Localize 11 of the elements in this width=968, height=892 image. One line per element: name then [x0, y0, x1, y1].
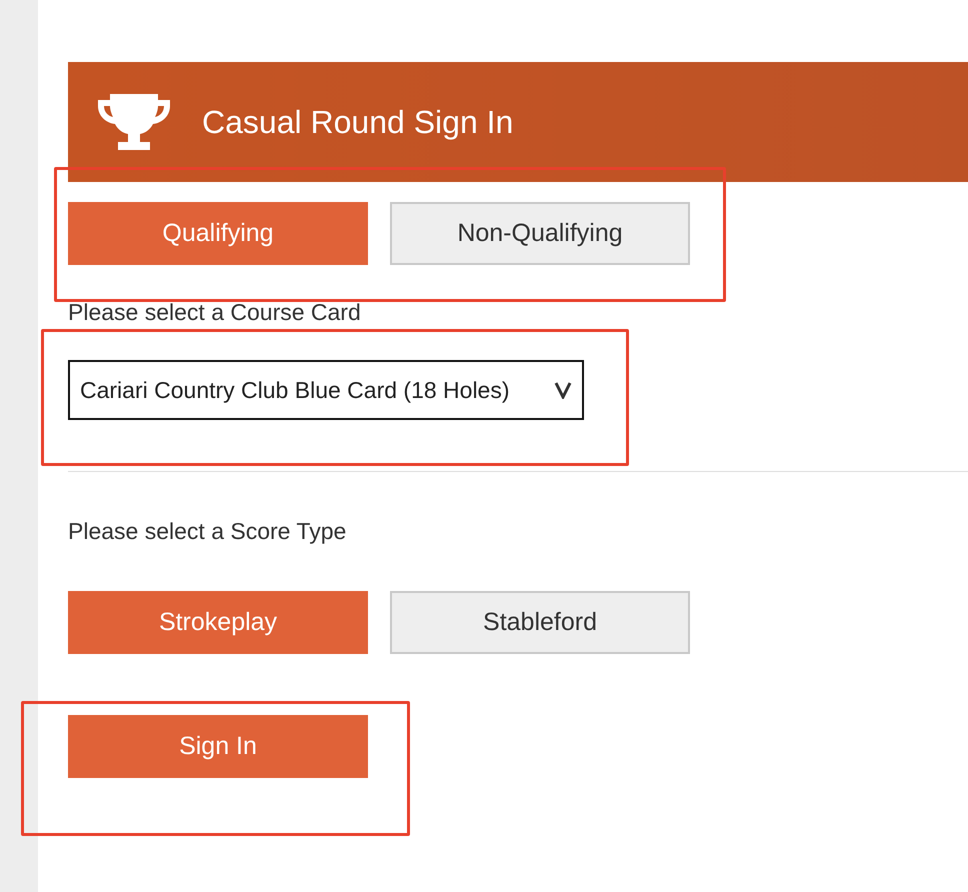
round-type-button[interactable]: Non-Qualifying [390, 202, 690, 265]
header-title: Casual Round Sign In [202, 104, 514, 140]
sign-in-button[interactable]: Sign In [68, 715, 368, 778]
chevron-icon [554, 381, 572, 399]
score-type-button[interactable]: Stableford [390, 591, 690, 654]
trophy-icon [96, 92, 172, 152]
round-type-button[interactable]: Qualifying [68, 202, 368, 265]
score-type-button[interactable]: Strokeplay [68, 591, 368, 654]
course-card-select[interactable]: Cariari Country Club Blue Card (18 Holes) [68, 360, 584, 420]
course-card-label: Please select a Course Card [68, 299, 362, 326]
score-type-label: Please select a Score Type [68, 518, 348, 545]
